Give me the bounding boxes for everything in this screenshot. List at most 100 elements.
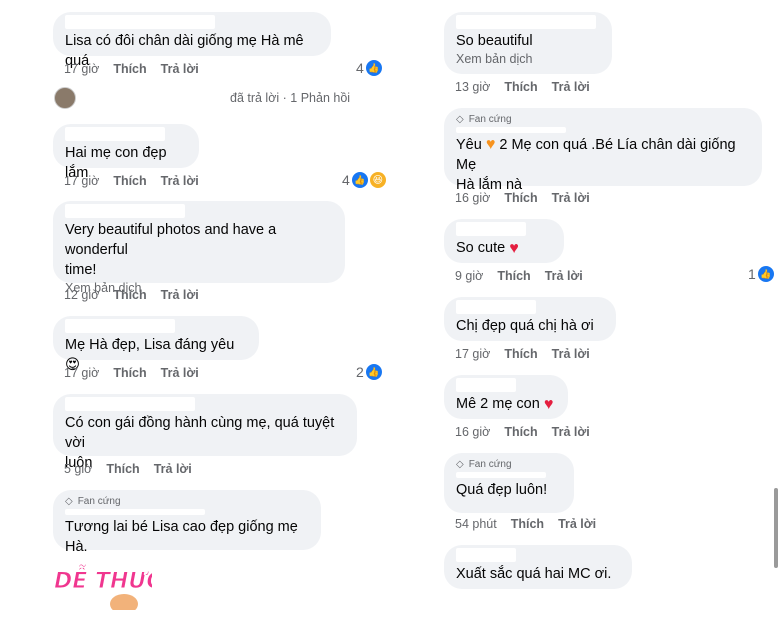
reaction-number: 1	[748, 266, 756, 282]
sticker-text: DỄ THƯƠNG QUÁ!	[54, 565, 152, 594]
diamond-icon: ◇	[65, 495, 73, 507]
reply-button[interactable]: Trả lời	[161, 62, 199, 76]
sticker-character	[110, 594, 138, 614]
comment-actions: 5 giờ Thích Trả lời	[64, 462, 192, 476]
comment-actions: 9 giờ Thích Trả lời	[455, 269, 583, 283]
haha-icon: 😆	[369, 172, 386, 188]
comment-time: 17 giờ	[64, 62, 100, 76]
comment-actions: 54 phút Thích Trả lời	[455, 517, 596, 531]
reply-button[interactable]: Trả lời	[545, 269, 583, 283]
comment-actions: 17 giờ Thích Trả lời	[64, 62, 199, 76]
comment-bubble: ◇ Fan cứng Yêu ♥ 2 Mẹ con quá .Bé Lía ch…	[444, 108, 762, 193]
comment-actions: 17 giờ Thích Trả lời	[64, 366, 199, 380]
comment-time: 16 giờ	[455, 425, 491, 439]
comment-bubble: Có con gái đồng hành cùng mẹ, quá tuyệt …	[53, 394, 357, 471]
reply-button[interactable]: Trả lời	[552, 425, 590, 439]
like-button[interactable]: Thích	[504, 425, 537, 439]
reaction-count[interactable]: 2 👍	[356, 364, 382, 380]
comment-bubble: Mê 2 mẹ con ♥	[444, 375, 568, 419]
like-button[interactable]: Thích	[113, 366, 146, 380]
comment-time: 9 giờ	[455, 269, 484, 283]
comment-bubble: So cute ♥	[444, 219, 564, 263]
comment-text: Quá đẹp luôn!	[456, 482, 548, 498]
comment-bubble: Chị đẹp quá chị hà ơi	[444, 297, 616, 341]
sticker-image: DỄ THƯƠNG QUÁ!	[52, 560, 272, 620]
heart-icon: ♥	[543, 396, 554, 413]
comment-actions: 17 giờ Thích Trả lời	[64, 174, 199, 188]
like-button[interactable]: Thích	[113, 174, 146, 188]
reply-button[interactable]: Trả lời	[161, 366, 199, 380]
commenter-name-redacted	[456, 548, 516, 562]
reaction-number: 4	[356, 60, 364, 76]
commenter-name-redacted	[456, 378, 516, 392]
like-button[interactable]: Thích	[113, 62, 146, 76]
comment-bubble: Mẹ Hà đẹp, Lisa đáng yêu 😍	[53, 316, 259, 373]
comment-text-content: Mê 2 mẹ con	[456, 396, 540, 412]
fan-badge-label: Fan cứng	[468, 113, 512, 125]
reaction-count[interactable]: 4 👍 😆	[342, 172, 386, 188]
comment-text-line1: Có con gái đồng hành cùng mẹ, quá tuyệt …	[65, 415, 335, 451]
commenter-name-redacted	[456, 222, 526, 236]
comment-bubble: ◇ Fan cứng Tương lai bé Lisa cao đẹp giố…	[53, 490, 321, 555]
comment-bubble: So beautiful Xem bản dịch	[444, 12, 612, 74]
sticker-graphic: DỄ THƯƠNG QUÁ!	[54, 565, 272, 614]
comment-text: Mê 2 mẹ con ♥	[456, 394, 556, 415]
like-button[interactable]: Thích	[504, 80, 537, 94]
commenter-name-redacted	[65, 319, 175, 333]
comment-text: So beautiful	[456, 33, 533, 49]
reply-summary[interactable]	[54, 87, 76, 109]
like-button[interactable]: Thích	[504, 347, 537, 361]
reaction-count[interactable]: 1 👍	[748, 266, 774, 282]
diamond-icon: ◇	[456, 458, 464, 470]
commenter-name-redacted	[65, 15, 215, 29]
like-button[interactable]: Thích	[113, 288, 146, 302]
like-button[interactable]: Thích	[106, 462, 139, 476]
commenter-name-redacted	[65, 127, 165, 141]
comment-bubble: Hai mẹ con đẹp lắm	[53, 124, 199, 181]
like-button[interactable]: Thích	[504, 191, 537, 205]
comment-text: So cute ♥	[456, 238, 552, 259]
reply-button[interactable]: Trả lời	[552, 191, 590, 205]
comment-text-content: Mẹ Hà đẹp, Lisa đáng yêu	[65, 337, 235, 353]
comment-text: Tương lai bé Lisa cao đẹp giống mẹ Hà.	[65, 519, 298, 555]
fan-badge: ◇ Fan cứng	[456, 111, 750, 127]
reply-button[interactable]: Trả lời	[552, 80, 590, 94]
commenter-name-redacted	[456, 127, 566, 133]
like-button[interactable]: Thích	[497, 269, 530, 283]
comment-time: 17 giờ	[64, 174, 100, 188]
fan-badge-label: Fan cứng	[77, 495, 121, 507]
comment-bubble: Xuất sắc quá hai MC ơi.	[444, 545, 632, 589]
comment-time: 16 giờ	[455, 191, 491, 205]
comment-time: 17 giờ	[64, 366, 100, 380]
commenter-name-redacted	[456, 472, 546, 478]
orange-heart-icon: ♥	[485, 136, 496, 153]
like-icon: 👍	[351, 172, 368, 188]
commenter-name-redacted	[65, 397, 195, 411]
like-icon: 👍	[365, 364, 382, 380]
comment-text-line2: time!	[65, 262, 97, 278]
like-icon: 👍	[757, 266, 774, 282]
comment-text-line1: Very beautiful photos and have a wonderf…	[65, 222, 277, 258]
comment-text-part2: 2 Mẹ con quá .Bé Lía chân dài giống Mẹ	[456, 137, 736, 173]
scrollbar[interactable]	[774, 488, 778, 568]
comment-time: 5 giờ	[64, 462, 93, 476]
reaction-number: 4	[342, 172, 350, 188]
comment-actions: 16 giờ Thích Trả lời	[455, 191, 590, 205]
view-replies-link[interactable]: đã trả lời · 1 Phản hồi	[230, 91, 350, 105]
reply-button[interactable]: Trả lời	[552, 347, 590, 361]
like-button[interactable]: Thích	[511, 517, 544, 531]
commenter-name-redacted	[456, 15, 596, 29]
fan-badge: ◇ Fan cứng	[65, 493, 309, 509]
comment-text: Xuất sắc quá hai MC ơi.	[456, 566, 612, 582]
reply-button[interactable]: Trả lời	[558, 517, 596, 531]
comment-actions: 16 giờ Thích Trả lời	[455, 425, 590, 439]
reaction-count[interactable]: 4 👍	[356, 60, 382, 76]
commenter-name-redacted	[456, 300, 536, 314]
reply-button[interactable]: Trả lời	[161, 288, 199, 302]
like-icon: 👍	[365, 60, 382, 76]
reply-button[interactable]: Trả lời	[161, 174, 199, 188]
reply-button[interactable]: Trả lời	[154, 462, 192, 476]
see-translation-link[interactable]: Xem bản dịch	[456, 51, 600, 67]
diamond-icon: ◇	[456, 113, 464, 125]
comment-bubble: Very beautiful photos and have a wonderf…	[53, 201, 345, 295]
